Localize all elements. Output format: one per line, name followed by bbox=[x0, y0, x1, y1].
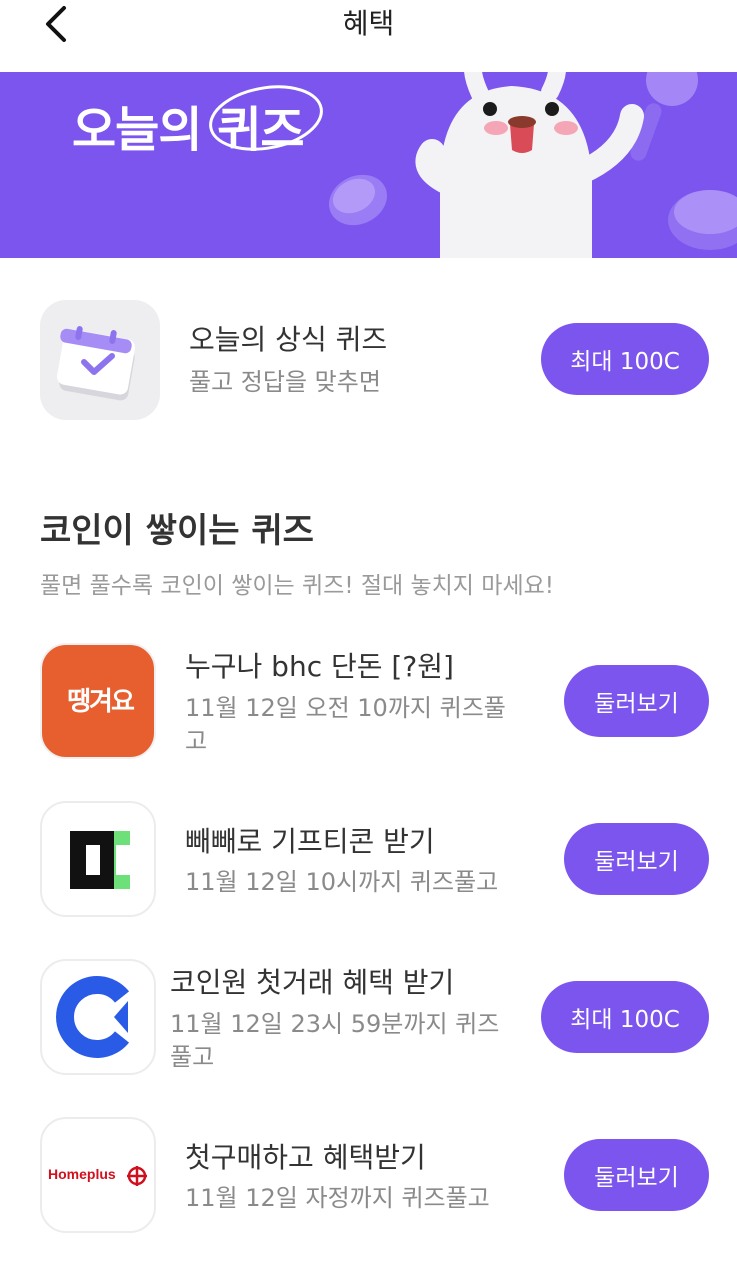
browse-button-1[interactable]: 둘러보기 bbox=[564, 665, 709, 737]
daily-quiz-app-icon bbox=[40, 300, 160, 420]
quiz-subtitle-4: 11월 12일 자정까지 퀴즈풀고 bbox=[185, 1184, 490, 1212]
quiz-subtitle-2: 11월 12일 10시까지 퀴즈풀고 bbox=[185, 868, 499, 896]
daily-quiz-reward-button[interactable]: 최대 100C bbox=[541, 323, 709, 395]
page-title: 혜택 bbox=[342, 7, 395, 40]
homeplus-logo-text: Homeplus bbox=[48, 1166, 116, 1182]
quiz-subtitle-1: 11월 12일 오전 10까지 퀴즈풀고 bbox=[185, 694, 506, 755]
ttaenggyeoyo-logo-text: 땡겨요 bbox=[67, 687, 135, 717]
circle-mark-icon bbox=[209, 85, 323, 151]
section-title: 코인이 쌓이는 퀴즈 bbox=[40, 511, 314, 551]
browse-button-2[interactable]: 둘러보기 bbox=[564, 823, 709, 895]
ttaenggyeoyo-app-icon: 땡겨요 bbox=[40, 643, 156, 759]
homeplus-logo-icon bbox=[127, 1166, 147, 1186]
coinone-reward-button[interactable]: 최대 100C bbox=[541, 981, 709, 1053]
quiz-banner[interactable]: 오늘의 퀴즈 bbox=[0, 72, 737, 258]
browse-button-4[interactable]: 둘러보기 bbox=[564, 1139, 709, 1211]
quiz-subtitle-3: 11월 12일 23시 59분까지 퀴즈풀고 bbox=[170, 1010, 500, 1071]
banner-title-prefix: 오늘의 bbox=[72, 102, 202, 158]
daily-quiz-subtitle: 풀고 정답을 맞추면 bbox=[189, 368, 381, 396]
pepero-app-icon bbox=[40, 801, 156, 917]
quiz-title-3: 코인원 첫거래 혜택 받기 bbox=[170, 966, 455, 999]
mascot-illustration-icon bbox=[328, 72, 737, 258]
homeplus-app-icon: Homeplus bbox=[40, 1117, 156, 1233]
top-bar: 혜택 bbox=[0, 0, 737, 72]
quiz-title-2: 빼빼로 기프티콘 받기 bbox=[185, 825, 435, 858]
pepero-logo-icon bbox=[70, 831, 130, 889]
quiz-title-1: 누구나 bhc 단돈 [?원] bbox=[185, 650, 454, 683]
coinone-app-icon bbox=[40, 959, 156, 1075]
section-subtitle: 풀면 풀수록 코인이 쌓이는 퀴즈! 절대 놓치지 마세요! bbox=[40, 573, 554, 599]
calendar-check-icon bbox=[56, 326, 136, 401]
daily-quiz-title: 오늘의 상식 퀴즈 bbox=[189, 323, 388, 356]
coinone-logo-icon bbox=[56, 976, 130, 1058]
quiz-title-4: 첫구매하고 혜택받기 bbox=[185, 1141, 426, 1174]
